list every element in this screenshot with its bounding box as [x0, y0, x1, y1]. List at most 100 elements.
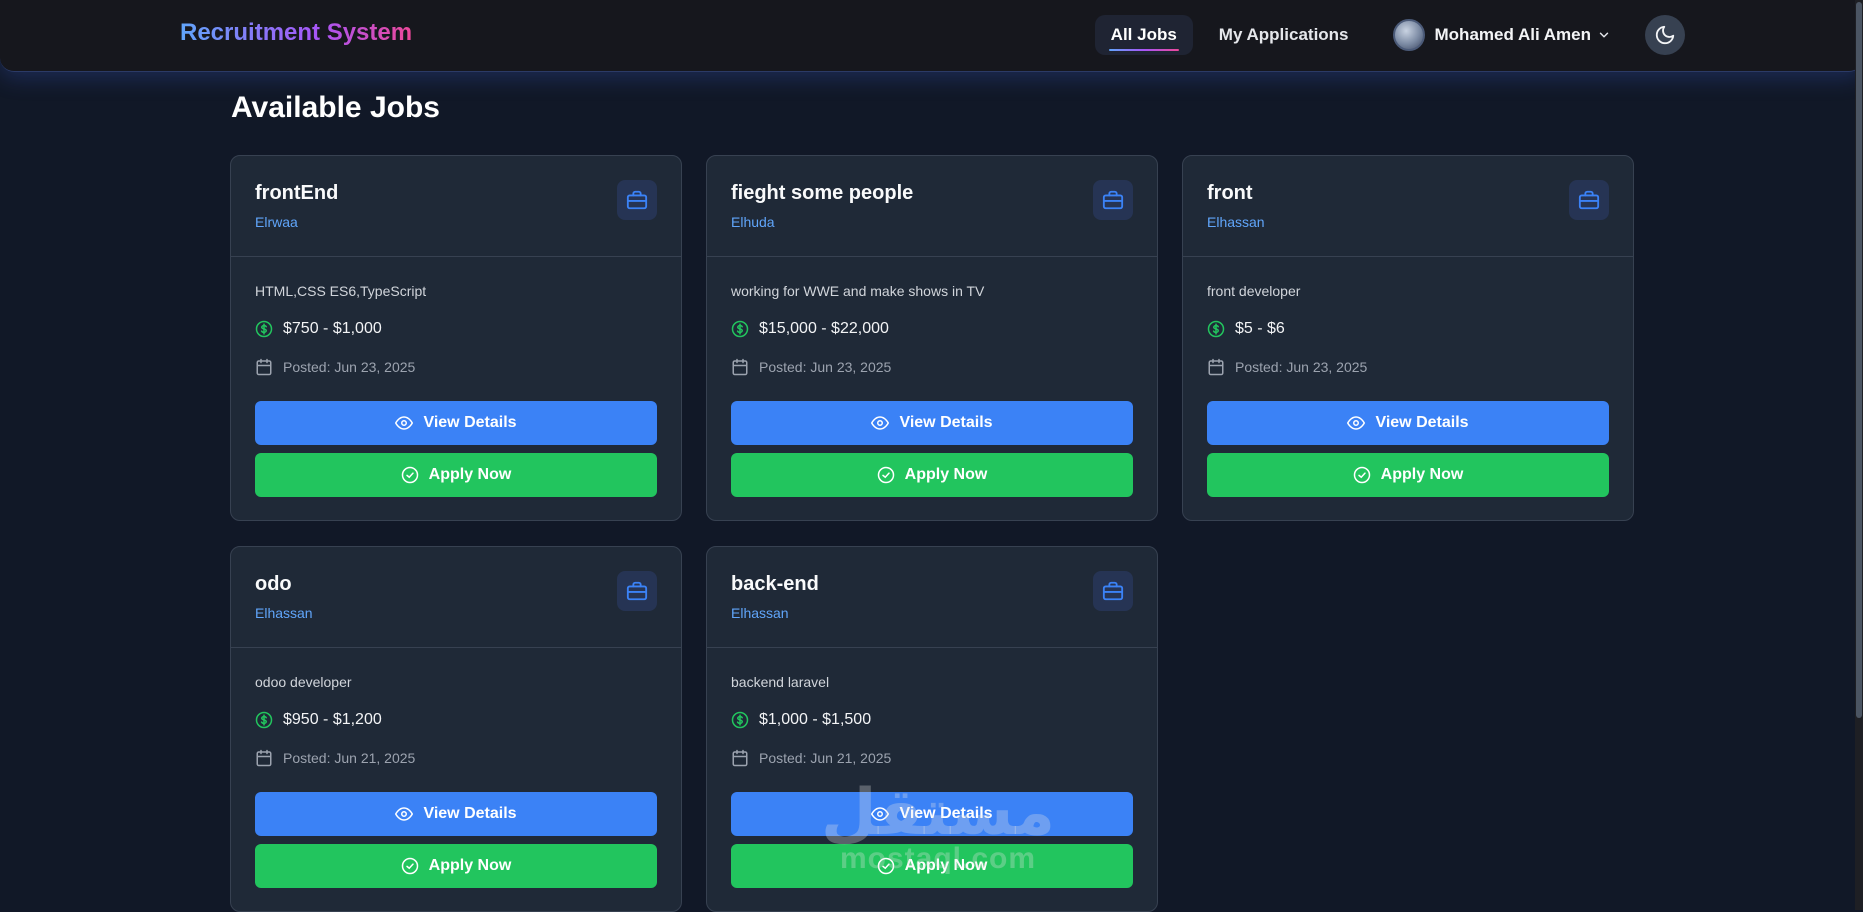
- job-salary: $5 - $6: [1235, 320, 1285, 337]
- calendar-icon: [732, 749, 748, 767]
- salary-row: $950 - $1,200: [255, 711, 382, 729]
- nav-all-jobs[interactable]: All Jobs: [1094, 15, 1193, 55]
- user-name: Mohamed Ali Amen: [1434, 25, 1591, 44]
- dollar-icon: [255, 711, 273, 729]
- briefcase-icon-badge: [617, 571, 657, 611]
- user-menu[interactable]: Mohamed Ali Amen: [1392, 19, 1611, 51]
- job-title: back-end: [731, 573, 819, 595]
- briefcase-icon-badge: [1093, 180, 1133, 220]
- calendar-icon: [256, 749, 272, 767]
- chevron-down-icon: [1599, 32, 1609, 38]
- eye-icon: [871, 807, 890, 821]
- job-description: odoo developer: [255, 674, 352, 690]
- briefcase-icon-badge: [1093, 571, 1133, 611]
- briefcase-icon-badge: [617, 180, 657, 220]
- date-row: Posted: Jun 21, 2025: [255, 749, 415, 767]
- salary-row: $15,000 - $22,000: [731, 320, 889, 338]
- job-card: frontEnd Elrwaa HTML,CSS ES6,TypeScript …: [230, 155, 682, 521]
- job-card-header: back-end Elhassan: [707, 547, 1157, 648]
- job-company: Elhuda: [731, 214, 775, 230]
- calendar-icon: [256, 358, 272, 376]
- theme-toggle-button[interactable]: [1645, 15, 1685, 55]
- nav-my-applications[interactable]: My Applications: [1203, 15, 1365, 55]
- salary-row: $5 - $6: [1207, 320, 1285, 338]
- briefcase-icon: [1102, 581, 1124, 601]
- check-circle-icon: [1353, 466, 1370, 484]
- job-salary: $1,000 - $1,500: [759, 711, 872, 728]
- job-salary: $950 - $1,200: [283, 711, 382, 728]
- job-title: frontEnd: [255, 182, 339, 204]
- avatar: [1392, 19, 1425, 51]
- eye-icon: [1347, 416, 1366, 430]
- job-posted-date: Posted: Jun 21, 2025: [759, 750, 892, 766]
- briefcase-icon: [1102, 190, 1124, 210]
- dollar-icon: [731, 711, 749, 729]
- apply-now-button[interactable]: Apply Now: [255, 453, 657, 497]
- dollar-icon: [1207, 320, 1225, 338]
- apply-now-button[interactable]: Apply Now: [731, 844, 1133, 888]
- check-circle-icon: [401, 466, 418, 484]
- job-card-header: odo Elhassan: [231, 547, 681, 648]
- job-title: odo: [255, 573, 292, 595]
- job-card: back-end Elhassan backend laravel $1,000…: [706, 546, 1158, 912]
- job-description: backend laravel: [731, 674, 830, 690]
- job-card: front Elhassan front developer $5 - $6 P…: [1182, 155, 1634, 521]
- dollar-icon: [255, 320, 273, 338]
- page-scrollbar[interactable]: [1855, 0, 1863, 910]
- date-row: Posted: Jun 23, 2025: [1207, 358, 1367, 376]
- eye-icon: [395, 416, 414, 430]
- page-title: Available Jobs: [231, 91, 440, 124]
- apply-now-label: Apply Now: [904, 857, 988, 874]
- job-title: fieght some people: [731, 182, 914, 204]
- job-salary: $15,000 - $22,000: [759, 320, 889, 337]
- job-salary: $750 - $1,000: [283, 320, 382, 337]
- eye-icon: [395, 807, 414, 821]
- view-details-button[interactable]: View Details: [731, 401, 1133, 445]
- job-card-header: fieght some people Elhuda: [707, 156, 1157, 257]
- salary-row: $1,000 - $1,500: [731, 711, 871, 729]
- scrollbar-thumb[interactable]: [1856, 2, 1862, 718]
- date-row: Posted: Jun 23, 2025: [731, 358, 891, 376]
- apply-now-button[interactable]: Apply Now: [731, 453, 1133, 497]
- view-details-button[interactable]: View Details: [731, 792, 1133, 836]
- dollar-icon: [731, 320, 749, 338]
- apply-now-button[interactable]: Apply Now: [1207, 453, 1609, 497]
- apply-now-button[interactable]: Apply Now: [255, 844, 657, 888]
- brand-logo[interactable]: Recruitment System: [180, 19, 412, 47]
- job-card-header: frontEnd Elrwaa: [231, 156, 681, 257]
- apply-now-label: Apply Now: [904, 466, 988, 483]
- check-circle-icon: [877, 466, 894, 484]
- job-company: Elrwaa: [255, 214, 298, 230]
- date-row: Posted: Jun 23, 2025: [255, 358, 415, 376]
- job-description: front developer: [1207, 283, 1301, 299]
- briefcase-icon: [1578, 190, 1600, 210]
- check-circle-icon: [877, 857, 894, 875]
- view-details-label: View Details: [1375, 414, 1469, 431]
- nav-right: All Jobs My Applications Mohamed Ali Ame…: [1094, 12, 1685, 58]
- view-details-button[interactable]: View Details: [255, 401, 657, 445]
- view-details-label: View Details: [423, 805, 517, 822]
- date-row: Posted: Jun 21, 2025: [731, 749, 891, 767]
- job-posted-date: Posted: Jun 23, 2025: [759, 359, 892, 375]
- briefcase-icon-badge: [1569, 180, 1609, 220]
- job-description: working for WWE and make shows in TV: [731, 283, 985, 299]
- briefcase-icon: [626, 190, 648, 210]
- view-details-button[interactable]: View Details: [255, 792, 657, 836]
- job-card: odo Elhassan odoo developer $950 - $1,20…: [230, 546, 682, 912]
- check-circle-icon: [401, 857, 418, 875]
- job-posted-date: Posted: Jun 23, 2025: [283, 359, 416, 375]
- salary-row: $750 - $1,000: [255, 320, 382, 338]
- job-company: Elhassan: [255, 605, 313, 621]
- job-card-header: front Elhassan: [1183, 156, 1633, 257]
- apply-now-label: Apply Now: [428, 857, 512, 874]
- view-details-button[interactable]: View Details: [1207, 401, 1609, 445]
- apply-now-label: Apply Now: [1380, 466, 1464, 483]
- job-title: front: [1207, 182, 1253, 204]
- apply-now-label: Apply Now: [428, 466, 512, 483]
- job-posted-date: Posted: Jun 23, 2025: [1235, 359, 1368, 375]
- job-company: Elhassan: [1207, 214, 1265, 230]
- eye-icon: [871, 416, 890, 430]
- job-company: Elhassan: [731, 605, 789, 621]
- moon-icon: [1655, 25, 1675, 45]
- calendar-icon: [732, 358, 748, 376]
